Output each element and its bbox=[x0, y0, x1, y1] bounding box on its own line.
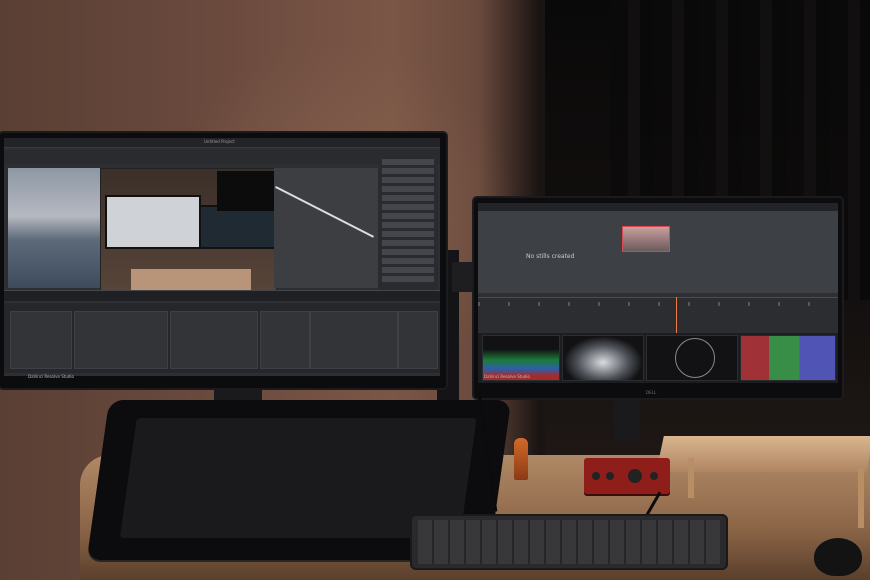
panel-section-1[interactable] bbox=[10, 311, 72, 369]
monitor-knob[interactable] bbox=[628, 469, 642, 483]
headphone-jack[interactable] bbox=[650, 472, 658, 480]
mouse[interactable] bbox=[814, 538, 862, 576]
clip-timeline[interactable] bbox=[4, 290, 440, 301]
toolbar bbox=[4, 150, 440, 164]
left-app-label: DaVinci Resolve Studio bbox=[28, 374, 74, 379]
keyboard[interactable] bbox=[410, 514, 728, 570]
viewer-image-desk bbox=[100, 168, 279, 300]
right-monitor: No stills created DaVinci Resolve Studio… bbox=[474, 198, 842, 398]
panel-section-6[interactable] bbox=[398, 311, 438, 369]
timeline-ticks bbox=[478, 302, 838, 306]
gain-knob[interactable] bbox=[592, 472, 600, 480]
right-monitor-stand bbox=[614, 392, 640, 442]
right-panel-list[interactable] bbox=[378, 156, 438, 296]
still-gallery[interactable]: No stills created bbox=[478, 211, 838, 293]
inset-monitor bbox=[105, 195, 201, 249]
histogram-scope bbox=[740, 335, 836, 381]
inset-dark-area bbox=[217, 171, 275, 211]
left-monitor-screen: Untitled Project bbox=[4, 138, 440, 376]
app-title-bar: Untitled Project bbox=[4, 138, 440, 148]
panel-section-5[interactable] bbox=[310, 311, 398, 369]
keyboard-keys[interactable] bbox=[418, 520, 720, 564]
vectorscope bbox=[646, 335, 738, 381]
still-thumbnail[interactable] bbox=[622, 226, 670, 252]
panel-section-4[interactable] bbox=[260, 311, 310, 369]
figurine bbox=[514, 438, 528, 480]
panel-section-3[interactable] bbox=[170, 311, 258, 369]
color-wheels-panel bbox=[4, 303, 440, 373]
shelf-leg-right bbox=[858, 468, 864, 528]
timeline-ruler[interactable] bbox=[478, 297, 838, 332]
no-stills-message: No stills created bbox=[526, 253, 575, 260]
left-monitor: Untitled Project DaVinci Resolve Studio bbox=[0, 133, 446, 388]
node-graph[interactable] bbox=[274, 168, 378, 288]
shelf-leg-left bbox=[688, 458, 694, 498]
playhead[interactable] bbox=[676, 297, 677, 333]
vectorscope-circle bbox=[675, 338, 715, 378]
input-knob[interactable] bbox=[606, 472, 614, 480]
video-scopes bbox=[478, 333, 838, 383]
panel-section-2[interactable] bbox=[74, 311, 168, 369]
desk-scene: Untitled Project DaVinci Resolve Studio … bbox=[0, 0, 870, 580]
audio-interface[interactable] bbox=[584, 458, 670, 494]
inset-monitor-2 bbox=[199, 205, 279, 249]
right-monitor-screen: No stills created bbox=[478, 203, 838, 383]
source-viewer bbox=[8, 168, 104, 288]
waveform-scope bbox=[562, 335, 644, 381]
monitor-brand-logo: DELL bbox=[646, 390, 657, 395]
project-title: Untitled Project bbox=[204, 139, 235, 144]
right-app-label: DaVinci Resolve Studio bbox=[484, 374, 530, 379]
